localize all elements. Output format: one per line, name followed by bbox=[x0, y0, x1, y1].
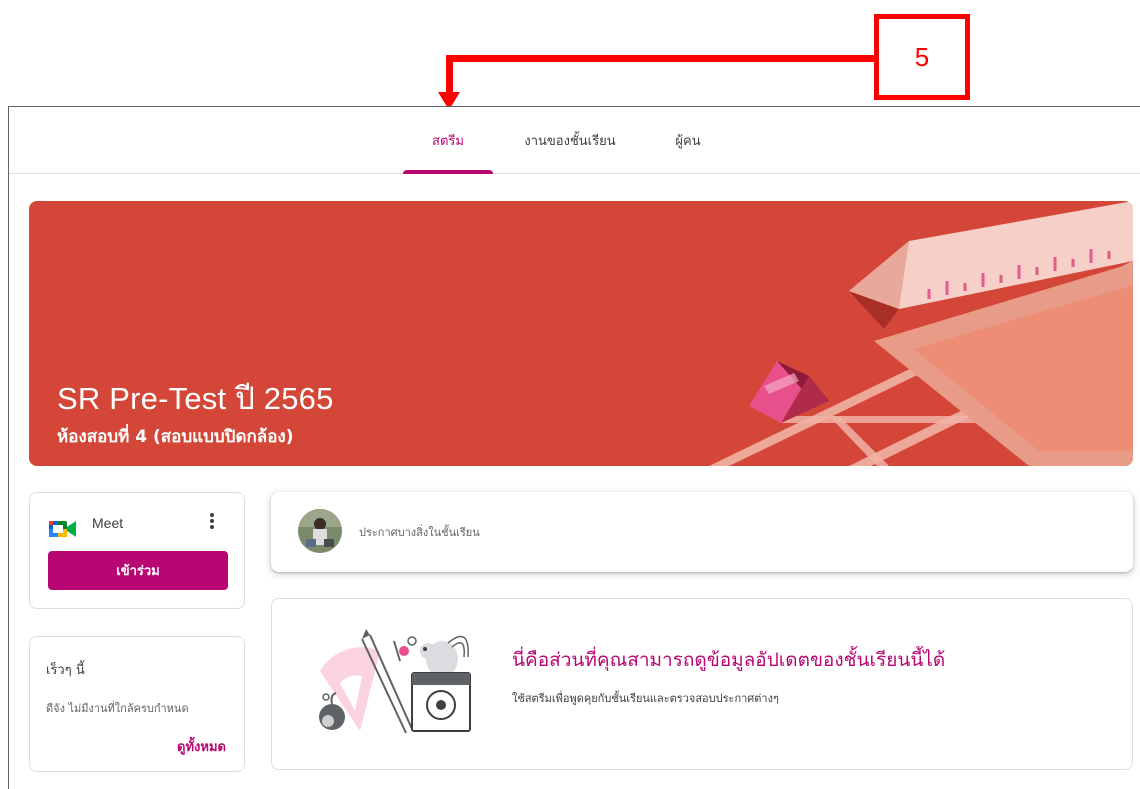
view-all-link[interactable]: ดูทั้งหมด bbox=[177, 736, 226, 757]
callout-number: 5 bbox=[914, 41, 930, 72]
stream-info-description: ใช้สตรีมเพื่อพูดคุยกับชั้นเรียนและตรวจสอ… bbox=[512, 692, 779, 705]
upcoming-card: เร็วๆ นี้ ดีจัง ไม่มีงานที่ใกล้ครบกำหนด … bbox=[29, 636, 245, 772]
more-vert-icon[interactable] bbox=[206, 511, 218, 535]
announce-composer[interactable]: ประกาศบางสิ่งในชั้นเรียน bbox=[271, 492, 1133, 572]
active-tab-indicator bbox=[403, 170, 493, 174]
upcoming-title: เร็วๆ นี้ bbox=[46, 663, 85, 678]
tab-classwork[interactable]: งานของชั้นเรียน bbox=[505, 107, 635, 174]
meet-card: Meet เข้าร่วม bbox=[29, 492, 245, 609]
class-banner: SR Pre-Test ปี 2565 ห้องสอบที่ 4 (สอบแบบ… bbox=[29, 201, 1133, 466]
stream-illustration-icon bbox=[319, 629, 471, 734]
class-section: ห้องสอบที่ 4 (สอบแบบปิดกล้อง) bbox=[57, 427, 294, 447]
callout-box: 5 bbox=[874, 14, 970, 100]
meet-label: Meet bbox=[92, 515, 124, 531]
tab-stream-label: สตรีม bbox=[432, 134, 464, 149]
google-meet-icon bbox=[49, 521, 76, 537]
upcoming-message: ดีจัง ไม่มีงานที่ใกล้ครบกำหนด bbox=[46, 702, 189, 715]
tab-people[interactable]: ผู้คน bbox=[657, 107, 719, 174]
stream-info-title: นี่คือส่วนที่คุณสามารถดูข้อมูลอัปเดตของช… bbox=[512, 649, 946, 671]
tab-classwork-label: งานของชั้นเรียน bbox=[524, 134, 616, 149]
classroom-page: สตรีม งานของชั้นเรียน ผู้คน SR Pre-Test … bbox=[8, 106, 1140, 789]
user-avatar-image bbox=[298, 509, 342, 553]
tab-stream[interactable]: สตรีม bbox=[403, 107, 493, 174]
join-meet-button[interactable]: เข้าร่วม bbox=[48, 551, 228, 590]
callout-arrow-horizontal bbox=[446, 55, 876, 62]
class-title: SR Pre-Test ปี 2565 bbox=[57, 381, 334, 416]
tab-bar: สตรีม งานของชั้นเรียน ผู้คน bbox=[9, 107, 1140, 174]
announce-placeholder: ประกาศบางสิ่งในชั้นเรียน bbox=[359, 526, 480, 539]
avatar bbox=[298, 509, 342, 553]
stream-info-card: นี่คือส่วนที่คุณสามารถดูข้อมูลอัปเดตของช… bbox=[271, 598, 1133, 770]
callout-arrow-vertical bbox=[446, 55, 453, 95]
tab-people-label: ผู้คน bbox=[675, 134, 701, 149]
